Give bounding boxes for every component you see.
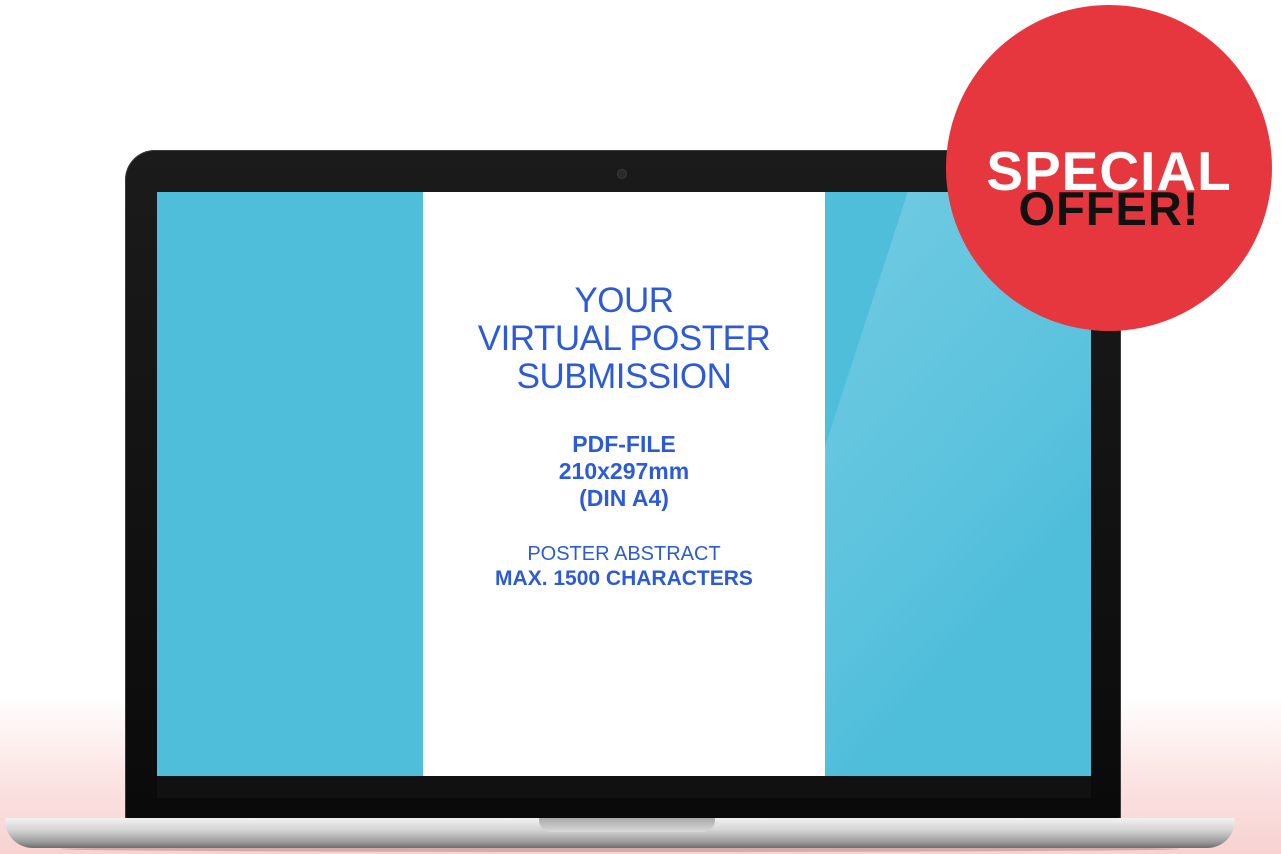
poster-title: YOUR VIRTUAL POSTER SUBMISSION [423,282,825,396]
laptop-notch [539,818,715,832]
file-spec: PDF-FILE 210x297mm (DIN A4) [423,431,825,512]
abstract-limit: MAX. 1500 CHARACTERS [495,567,753,590]
display-chin [157,776,1091,798]
poster-title-line: VIRTUAL POSTER [477,319,771,358]
poster-title-line: SUBMISSION [516,357,732,396]
camera-icon [618,170,626,178]
laptop-screen: YOUR VIRTUAL POSTER SUBMISSION PDF-FILE … [157,192,1091,776]
file-spec-line: PDF-FILE [572,431,676,457]
laptop-base [5,818,1235,848]
abstract-label: POSTER ABSTRACT [527,543,721,565]
poster-title-line: YOUR [574,281,674,320]
special-offer-badge[interactable]: SPECIAL OFFER! [946,5,1272,331]
file-spec-line: (DIN A4) [579,485,669,511]
file-spec-line: 210x297mm [558,458,690,484]
badge-line-offer: OFFER! [1018,182,1200,235]
